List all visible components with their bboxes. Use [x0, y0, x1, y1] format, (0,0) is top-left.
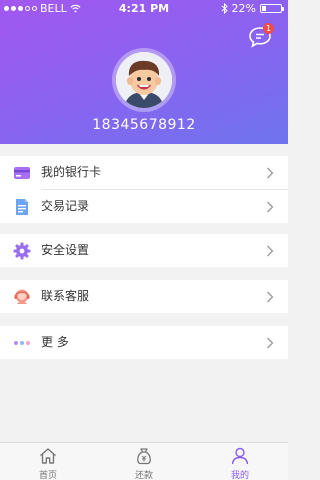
- menu-item-bank-card[interactable]: 我的银行卡: [0, 156, 288, 189]
- home-icon: [40, 448, 56, 464]
- user-icon: [231, 447, 249, 465]
- repay-bag-icon: [137, 448, 151, 465]
- status-bar: BELL 4:21 PM 22%: [0, 0, 288, 18]
- message-badge: 1: [263, 23, 274, 34]
- phone-number: 18345678912: [92, 117, 196, 133]
- menu-item-label: 联系客服: [41, 289, 90, 303]
- bank-card-icon: [14, 167, 30, 179]
- chevron-right-icon: [267, 201, 274, 213]
- tab-repay[interactable]: 还款: [96, 443, 192, 480]
- menu-item-label: 我的银行卡: [41, 165, 102, 179]
- battery-percent: 22%: [231, 2, 256, 15]
- chevron-right-icon: [267, 337, 274, 349]
- chevron-right-icon: [267, 167, 274, 179]
- menu-item-more[interactable]: 更 多: [0, 326, 288, 359]
- menu-item-label: 交易记录: [41, 199, 90, 213]
- security-gear-icon: [13, 242, 31, 260]
- bluetooth-icon: [221, 3, 228, 14]
- more-dots-icon: [14, 341, 30, 345]
- menu-item-transactions[interactable]: 交易记录: [0, 190, 288, 223]
- avatar-cartoon-icon: [116, 52, 172, 108]
- transaction-record-icon: [16, 199, 28, 215]
- menu-group-more: 更 多: [0, 326, 288, 359]
- menu-item-customer-service[interactable]: 联系客服: [0, 280, 288, 313]
- menu-group-cards: 我的银行卡 交易记录: [0, 156, 288, 223]
- chevron-right-icon: [267, 291, 274, 303]
- menu-item-security[interactable]: 安全设置: [0, 234, 288, 267]
- menu-item-label: 安全设置: [41, 243, 90, 257]
- tab-home[interactable]: 首页: [0, 443, 96, 480]
- chevron-right-icon: [267, 245, 274, 257]
- tab-bar: 首页 还款 我的: [0, 442, 288, 480]
- tab-label: 首页: [38, 471, 57, 480]
- menu-group-security: 安全设置: [0, 234, 288, 267]
- tab-label: 我的: [230, 471, 249, 480]
- customer-service-icon: [14, 289, 30, 304]
- avatar[interactable]: [112, 48, 176, 112]
- tab-label: 还款: [134, 471, 153, 480]
- battery-icon: [260, 4, 284, 13]
- menu-group-service: 联系客服: [0, 280, 288, 313]
- profile-header: BELL 4:21 PM 22% 1 18345678912: [0, 0, 288, 144]
- menu-item-label: 更 多: [41, 335, 69, 349]
- tab-mine[interactable]: 我的: [192, 443, 288, 480]
